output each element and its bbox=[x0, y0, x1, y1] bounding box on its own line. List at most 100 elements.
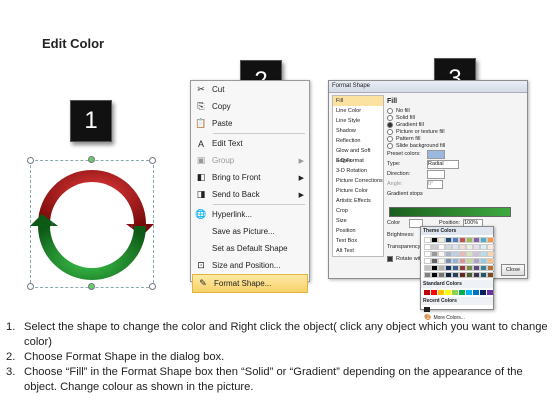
color-swatch[interactable] bbox=[466, 265, 473, 271]
radio-button[interactable] bbox=[387, 135, 393, 142]
gradient-stops-bar[interactable] bbox=[389, 207, 511, 217]
sidebar-item-3-d-format[interactable]: 3-D Format bbox=[333, 156, 383, 166]
color-swatch[interactable] bbox=[473, 258, 480, 264]
sidebar-item-reflection[interactable]: Reflection bbox=[333, 136, 383, 146]
color-swatch[interactable] bbox=[438, 244, 445, 250]
color-swatch[interactable] bbox=[480, 237, 487, 243]
resize-handle[interactable] bbox=[27, 157, 34, 164]
sidebar-item-crop[interactable]: Crop bbox=[333, 206, 383, 216]
resize-handle[interactable] bbox=[149, 157, 156, 164]
color-swatch[interactable] bbox=[487, 237, 494, 243]
color-swatch[interactable] bbox=[480, 251, 487, 257]
color-swatch[interactable] bbox=[480, 290, 486, 295]
fill-option[interactable]: Pattern fill bbox=[387, 135, 523, 142]
sidebar-item-shadow[interactable]: Shadow bbox=[333, 126, 383, 136]
color-swatch[interactable] bbox=[424, 290, 430, 295]
color-swatch[interactable] bbox=[431, 237, 438, 243]
color-swatch[interactable] bbox=[452, 265, 459, 271]
color-swatch[interactable] bbox=[473, 244, 480, 250]
sidebar-item-picture-color[interactable]: Picture Color bbox=[333, 186, 383, 196]
color-swatch[interactable] bbox=[424, 251, 431, 257]
resize-handle[interactable] bbox=[149, 283, 156, 290]
color-swatch[interactable] bbox=[480, 258, 487, 264]
color-swatch[interactable] bbox=[445, 290, 451, 295]
color-swatch[interactable] bbox=[459, 237, 466, 243]
circular-arrows-shape[interactable] bbox=[30, 160, 154, 288]
color-swatch[interactable] bbox=[487, 272, 494, 278]
radio-button[interactable] bbox=[387, 114, 393, 121]
color-swatch[interactable] bbox=[487, 258, 494, 264]
color-swatch[interactable] bbox=[473, 290, 479, 295]
menu-item-7[interactable]: ◨ Send to Back ▶ bbox=[191, 186, 309, 203]
color-swatch[interactable] bbox=[445, 251, 452, 257]
color-swatch[interactable] bbox=[487, 244, 494, 250]
fill-option[interactable]: No fill bbox=[387, 107, 523, 114]
sidebar-item-picture-corrections[interactable]: Picture Corrections bbox=[333, 176, 383, 186]
rotate-checkbox[interactable] bbox=[387, 256, 393, 262]
menu-item-12[interactable]: ✎ Format Shape... bbox=[192, 274, 308, 293]
fill-option[interactable]: Solid fill bbox=[387, 114, 523, 121]
radio-button[interactable] bbox=[387, 142, 393, 149]
color-swatch[interactable] bbox=[473, 265, 480, 271]
color-swatch[interactable] bbox=[487, 265, 494, 271]
menu-item-1[interactable]: ✂ Cut bbox=[191, 81, 309, 98]
color-swatch[interactable] bbox=[473, 251, 480, 257]
menu-item-6[interactable]: ◧ Bring to Front ▶ bbox=[191, 169, 309, 186]
color-swatch[interactable] bbox=[452, 237, 459, 243]
color-swatch[interactable] bbox=[438, 265, 445, 271]
sidebar-item-text-box[interactable]: Text Box bbox=[333, 236, 383, 246]
sidebar-item-fill[interactable]: Fill bbox=[333, 96, 383, 106]
sidebar-item-line-color[interactable]: Line Color bbox=[333, 106, 383, 116]
color-swatch[interactable] bbox=[424, 244, 431, 250]
color-swatch[interactable] bbox=[459, 272, 466, 278]
color-swatch[interactable] bbox=[452, 290, 458, 295]
menu-item-3[interactable]: 📋 Paste bbox=[191, 115, 309, 132]
color-swatch[interactable] bbox=[445, 258, 452, 264]
color-swatch[interactable] bbox=[452, 272, 459, 278]
menu-item-8[interactable]: 🌐 Hyperlink... bbox=[191, 206, 309, 223]
fill-option[interactable]: Picture or texture fill bbox=[387, 128, 523, 135]
color-swatch[interactable] bbox=[438, 237, 445, 243]
sidebar-item-3-d-rotation[interactable]: 3-D Rotation bbox=[333, 166, 383, 176]
menu-item-9[interactable]: Save as Picture... bbox=[191, 223, 309, 240]
color-swatch[interactable] bbox=[431, 265, 438, 271]
color-swatch[interactable] bbox=[438, 251, 445, 257]
color-swatch[interactable] bbox=[466, 244, 473, 250]
color-swatch[interactable] bbox=[445, 265, 452, 271]
menu-item-10[interactable]: Set as Default Shape bbox=[191, 240, 309, 257]
color-swatch[interactable] bbox=[459, 251, 466, 257]
color-swatch[interactable] bbox=[473, 272, 480, 278]
menu-item-4[interactable]: A Edit Text bbox=[191, 135, 309, 152]
color-swatch[interactable] bbox=[466, 258, 473, 264]
color-swatch[interactable] bbox=[480, 265, 487, 271]
color-swatch[interactable] bbox=[487, 251, 494, 257]
fill-option[interactable]: Slide background fill bbox=[387, 142, 523, 149]
color-swatch[interactable] bbox=[424, 272, 431, 278]
menu-item-2[interactable]: ⎘ Copy bbox=[191, 98, 309, 115]
sidebar-item-artistic-effects[interactable]: Artistic Effects bbox=[333, 196, 383, 206]
preset-dropdown[interactable] bbox=[427, 149, 445, 159]
color-swatch[interactable] bbox=[466, 237, 473, 243]
color-swatch[interactable] bbox=[466, 272, 473, 278]
color-swatch[interactable] bbox=[487, 290, 493, 295]
color-swatch[interactable] bbox=[452, 258, 459, 264]
color-swatch[interactable] bbox=[431, 258, 438, 264]
radio-button[interactable] bbox=[387, 128, 393, 135]
rotation-handle[interactable] bbox=[88, 156, 95, 163]
fill-option[interactable]: Gradient fill bbox=[387, 121, 523, 128]
color-swatch[interactable] bbox=[424, 258, 431, 264]
color-swatch[interactable] bbox=[452, 251, 459, 257]
resize-handle[interactable] bbox=[27, 283, 34, 290]
color-swatch[interactable] bbox=[466, 251, 473, 257]
color-swatch[interactable] bbox=[466, 290, 472, 295]
sidebar-item-glow-and-soft-edges[interactable]: Glow and Soft Edges bbox=[333, 146, 383, 164]
color-swatch[interactable] bbox=[431, 244, 438, 250]
color-swatch[interactable] bbox=[438, 290, 444, 295]
type-dropdown[interactable]: Radial bbox=[427, 159, 459, 169]
color-swatch[interactable] bbox=[459, 290, 465, 295]
radio-button[interactable] bbox=[387, 121, 393, 128]
color-swatch[interactable] bbox=[480, 272, 487, 278]
sidebar-item-line-style[interactable]: Line Style bbox=[333, 116, 383, 126]
color-swatch[interactable] bbox=[445, 272, 452, 278]
color-swatch[interactable] bbox=[431, 272, 438, 278]
